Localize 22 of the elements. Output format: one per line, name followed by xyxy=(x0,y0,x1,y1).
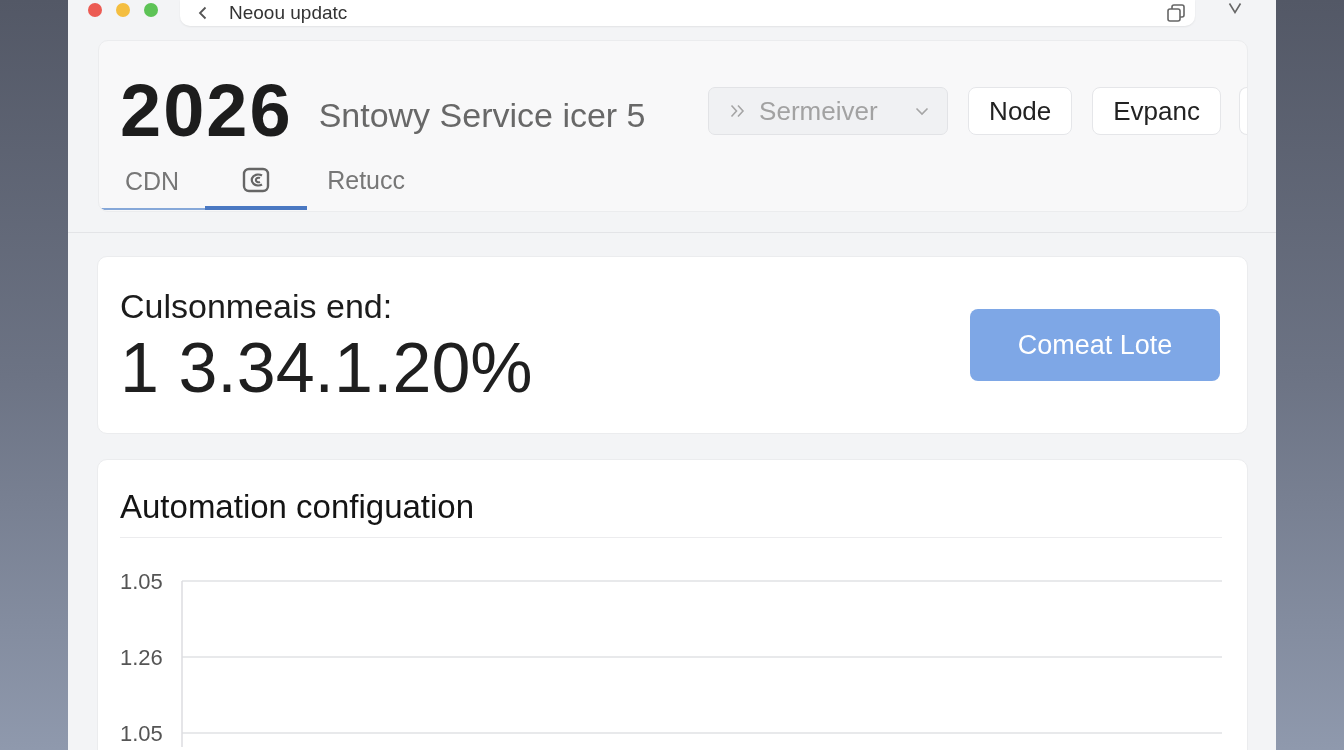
double-chevron-icon xyxy=(730,104,746,118)
dropdown[interactable]: Sermeiver xyxy=(708,87,949,135)
header-button[interactable]: Evpanc xyxy=(1092,87,1221,135)
address-bar[interactable]: Neoou updatc xyxy=(180,0,1195,26)
card-title: Automation configuation xyxy=(120,487,476,526)
close-icon[interactable] xyxy=(88,3,102,17)
y-axis-label: 1.05 xyxy=(120,721,163,747)
y-axis-label: 1.05 xyxy=(120,569,163,595)
header-button[interactable]: Node xyxy=(968,87,1073,135)
primary-button[interactable]: Comeat Lote xyxy=(970,309,1220,381)
rounded-square-icon xyxy=(242,167,271,193)
tab[interactable]: Retucc xyxy=(307,160,425,210)
page-title: 2026 xyxy=(120,74,293,148)
chevron-left-icon[interactable] xyxy=(198,6,207,20)
chevron-down-icon[interactable] xyxy=(1228,2,1242,14)
tab[interactable]: CDN xyxy=(99,160,206,210)
page-subtitle: Sntowy Service icer 5 xyxy=(318,95,646,135)
y-axis-label: 1.26 xyxy=(120,645,163,671)
chevron-down-icon xyxy=(915,106,930,116)
metric-label: Culsonmeais end: xyxy=(120,287,394,327)
metric-value: 1 3.34.1.20% xyxy=(120,332,533,403)
copy-icon[interactable] xyxy=(1167,4,1185,22)
